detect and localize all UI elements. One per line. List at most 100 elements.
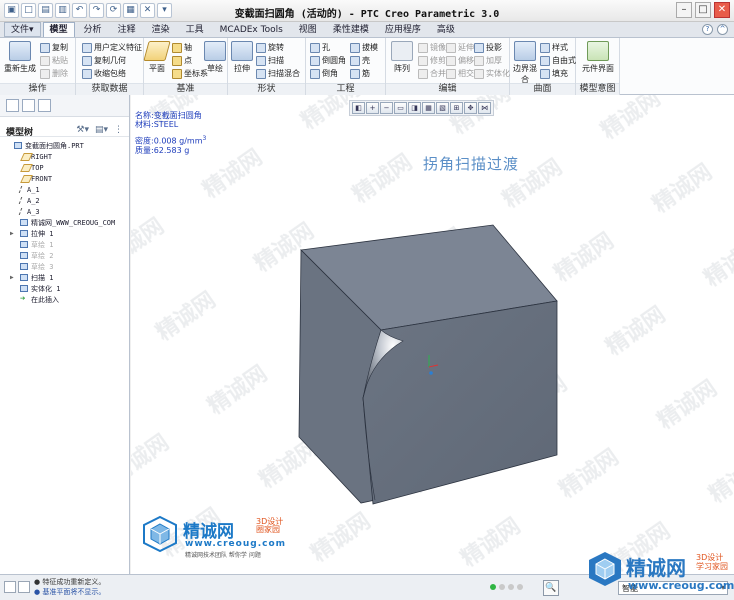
trim-icon xyxy=(418,55,428,66)
axis-button[interactable]: 轴 xyxy=(172,42,192,53)
tab-7[interactable]: 视图 xyxy=(292,22,324,37)
merge-button[interactable]: 合并 xyxy=(418,68,446,79)
tree-item[interactable]: TOP xyxy=(4,162,129,173)
tree-item-label: FRONT xyxy=(31,174,53,183)
tree-item[interactable]: ▶ 拉伸 1 xyxy=(4,228,129,239)
thicken-button[interactable]: 加厚 xyxy=(474,55,502,66)
tree-item[interactable]: A_2 xyxy=(4,195,129,206)
tree-item[interactable]: 在此插入 xyxy=(4,294,129,305)
copy-geometry-button[interactable]: 复制几何 xyxy=(82,55,126,66)
extend-button[interactable]: 延伸 xyxy=(446,42,474,53)
tab-4[interactable]: 渲染 xyxy=(145,22,177,37)
tree-item[interactable]: 变截面扫圆角.PRT xyxy=(4,140,129,151)
sweep-button[interactable]: 扫描 xyxy=(256,55,284,66)
group-label-shapes[interactable]: 形状 xyxy=(228,83,305,95)
paste-button[interactable]: 粘贴 xyxy=(40,55,68,66)
close-icon[interactable]: ✕ xyxy=(714,2,730,18)
tree-item[interactable]: 草绘 3 xyxy=(4,261,129,272)
point-button[interactable]: 点 xyxy=(172,55,192,66)
graphics-window[interactable]: 精诚网 ◧ + − ▭ ◨ ▦ ▧ ⊞ ✥ ⋈ 名称:变截面扫圆角 材料:STE… xyxy=(131,95,734,574)
component-interface-button[interactable]: 元件界面 xyxy=(582,41,614,74)
trim-button[interactable]: 修剪 xyxy=(418,55,446,66)
copy-button[interactable]: 复制 xyxy=(40,42,68,53)
mirror-button[interactable]: 镜像 xyxy=(418,42,446,53)
draft-button[interactable]: 拔模 xyxy=(350,42,378,53)
maximize-icon[interactable]: □ xyxy=(695,2,711,18)
chamfer-button[interactable]: 倒角 xyxy=(310,68,338,79)
shrinkwrap-button[interactable]: 收缩包络 xyxy=(82,68,126,79)
tab-1[interactable]: 模型 xyxy=(42,22,75,37)
more-icon[interactable]: ⋮ xyxy=(114,125,123,135)
hole-button[interactable]: 孔 xyxy=(310,42,330,53)
tree-item[interactable]: ▶ 扫描 1 xyxy=(4,272,129,283)
offset-button[interactable]: 偏移 xyxy=(446,55,474,66)
solidify-button[interactable]: 实体化 xyxy=(474,68,510,79)
settings-icon[interactable]: ⚒▾ xyxy=(76,125,89,135)
group-label-engineering[interactable]: 工程 xyxy=(306,83,385,95)
rib-button[interactable]: 筋 xyxy=(350,68,370,79)
regenerate-button[interactable]: 重新生成 xyxy=(4,41,36,74)
tab-8[interactable]: 柔性建模 xyxy=(326,22,376,37)
fill-button[interactable]: 填充 xyxy=(540,68,568,79)
favorites-tab-icon[interactable] xyxy=(38,99,51,112)
revolve-button[interactable]: 旋转 xyxy=(256,42,284,53)
tab-6[interactable]: MCADEx Tools xyxy=(213,22,290,37)
style-button[interactable]: 样式 xyxy=(540,42,568,53)
swept-blend-button[interactable]: 扫描混合 xyxy=(256,68,300,79)
folder-browser-tab-icon[interactable] xyxy=(22,99,35,112)
tree-item[interactable]: RIGHT xyxy=(4,151,129,162)
minimize-ribbon-icon[interactable]: ^ xyxy=(717,24,728,35)
cube-front-face[interactable] xyxy=(362,300,558,505)
tab-2[interactable]: 分析 xyxy=(77,22,109,37)
tree-item-label: 变截面扫圆角.PRT xyxy=(25,141,84,150)
tree-item[interactable]: A_1 xyxy=(4,184,129,195)
tree-item[interactable]: 草绘 1 xyxy=(4,239,129,250)
tree-item[interactable]: A_3 xyxy=(4,206,129,217)
tab-9[interactable]: 应用程序 xyxy=(378,22,428,37)
freestyle-button[interactable]: 自由式 xyxy=(540,55,576,66)
shell-button[interactable]: 壳 xyxy=(350,55,370,66)
fill-icon xyxy=(540,68,550,79)
group-datum: 平面 轴 点 坐标系 草绘 基准 xyxy=(143,38,228,95)
pattern-icon xyxy=(391,41,413,61)
sketch-button[interactable]: 草绘 xyxy=(204,41,226,74)
toggle-browser-icon[interactable] xyxy=(18,581,30,593)
project-button[interactable]: 投影 xyxy=(474,42,502,53)
group-label-operations[interactable]: 操作 xyxy=(0,83,75,95)
group-label-editing[interactable]: 编辑 xyxy=(386,83,509,95)
tree-item[interactable]: 实体化 1 xyxy=(4,283,129,294)
model-tree-tab-icon[interactable] xyxy=(6,99,19,112)
delete-button[interactable]: 删除 xyxy=(40,68,68,79)
boundary-blend-button[interactable]: 边界混合 xyxy=(512,41,538,85)
csys-button[interactable]: 坐标系 xyxy=(172,68,208,79)
extrude-button[interactable]: 拉伸 xyxy=(230,41,254,74)
tab-5[interactable]: 工具 xyxy=(179,22,211,37)
udf-button[interactable]: 用户定义特征 xyxy=(82,42,142,53)
show-icon[interactable]: ▤▾ xyxy=(95,125,108,135)
status-message: ● 基准平面将不显示。 xyxy=(34,588,106,596)
pattern-button[interactable]: 阵列 xyxy=(390,41,414,74)
tree-item[interactable]: FRONT xyxy=(4,173,129,184)
help-icon[interactable]: ? xyxy=(702,24,713,35)
intersect-button[interactable]: 相交 xyxy=(446,68,474,79)
minimize-icon[interactable]: – xyxy=(676,2,692,18)
tree-item[interactable]: 草绘 2 xyxy=(4,250,129,261)
group-label-model-intent[interactable]: 模型意图 xyxy=(576,83,619,95)
group-engineering: 孔 倒圆角 倒角 拔模 壳 筋 工程 xyxy=(306,38,386,95)
expand-toggle-icon[interactable]: ▶ xyxy=(10,230,17,237)
toggle-navigator-icon[interactable] xyxy=(4,581,16,593)
round-icon xyxy=(310,55,320,66)
tree-item[interactable]: 精诚网_WWW_CREOUG_COM xyxy=(4,217,129,228)
find-button[interactable]: 🔍 xyxy=(543,580,559,596)
cube-model[interactable] xyxy=(131,95,734,574)
tab-3[interactable]: 注释 xyxy=(111,22,143,37)
group-label-surfaces[interactable]: 曲面 xyxy=(510,83,575,95)
expand-toggle-icon[interactable]: ▶ xyxy=(10,274,17,281)
group-label-datum[interactable]: 基准 xyxy=(144,83,227,95)
plane-button[interactable]: 平面 xyxy=(143,41,171,74)
ribbon-tabs: 文件▾ 模型 分析 注释 渲染 工具 MCADEx Tools 视图 柔性建模 应用程序 高级 ? … xyxy=(0,22,734,38)
tab-0[interactable]: 文件▾ xyxy=(4,22,41,37)
tab-10[interactable]: 高级 xyxy=(430,22,462,37)
round-button[interactable]: 倒圆角 xyxy=(310,55,346,66)
group-label-get-data[interactable]: 获取数据 xyxy=(76,83,143,95)
